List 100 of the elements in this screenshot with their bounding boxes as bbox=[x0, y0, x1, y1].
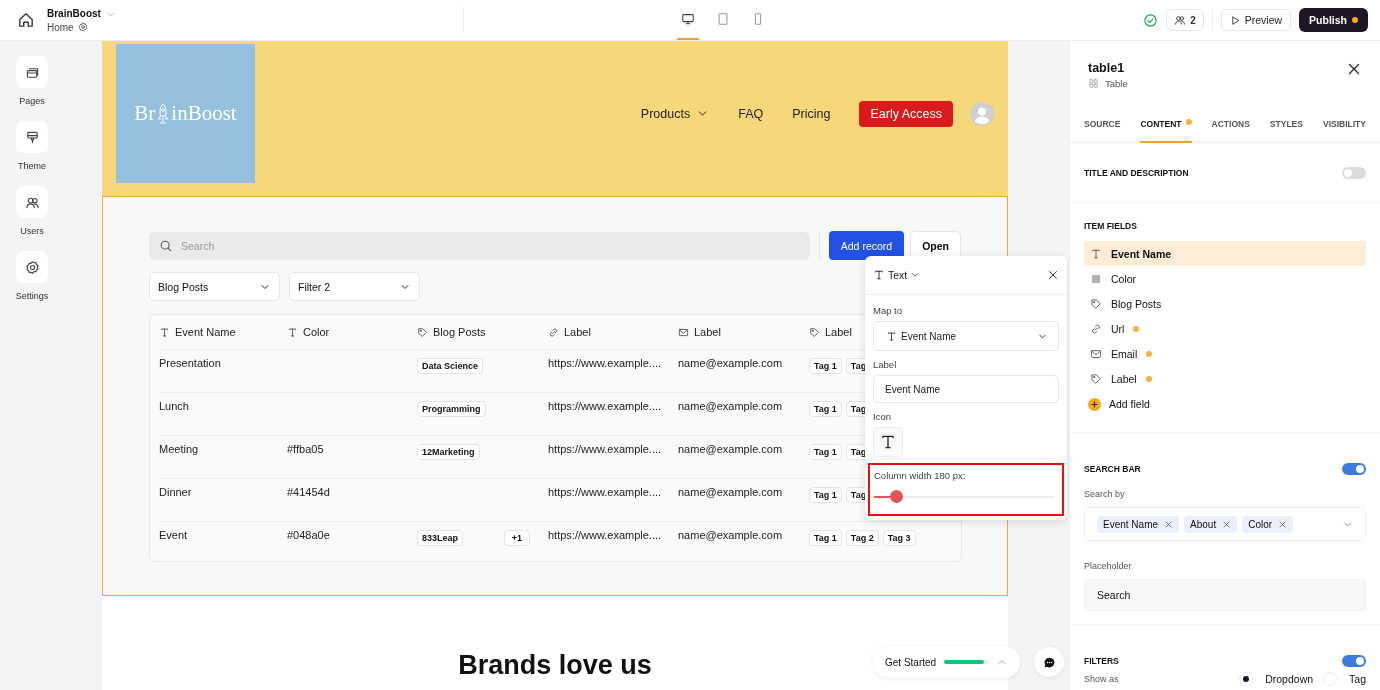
toggle-switch[interactable] bbox=[1342, 655, 1366, 667]
tag-chip: Tag 1 bbox=[809, 401, 842, 417]
email-cell: name@example.com bbox=[678, 529, 783, 541]
field-item[interactable]: Label bbox=[1084, 366, 1366, 391]
rail-label: Theme bbox=[18, 161, 46, 171]
settings-icon bbox=[24, 259, 40, 275]
get-started-widget[interactable]: Get Started bbox=[873, 646, 1021, 678]
field-label: Icon bbox=[873, 411, 892, 422]
filter-dropdown[interactable]: Filter 2 bbox=[289, 272, 420, 301]
rail-label: Users bbox=[20, 226, 44, 236]
project-name[interactable]: BrainBoost bbox=[47, 7, 101, 19]
email-cell: name@example.com bbox=[678, 486, 783, 498]
placeholder-input[interactable]: Search bbox=[1084, 579, 1366, 611]
filter-chip[interactable]: Event Name bbox=[1097, 515, 1180, 533]
nav-link[interactable]: Products bbox=[640, 106, 710, 121]
add-field-button[interactable]: Add field bbox=[1084, 391, 1366, 417]
table-cell: #ffba05 bbox=[287, 443, 324, 455]
type-icon bbox=[873, 269, 885, 281]
rocket-icon bbox=[156, 101, 171, 126]
field-item[interactable]: Color bbox=[1084, 266, 1366, 291]
tag-chip: Tag 1 bbox=[809, 530, 842, 546]
section-heading: SEARCH BAR bbox=[1084, 464, 1141, 474]
users-icon bbox=[1174, 14, 1187, 26]
more-chip[interactable]: +1 bbox=[503, 530, 530, 546]
tag-chip: Tag 3 bbox=[882, 530, 916, 546]
url-cell: https://www.example.... bbox=[548, 443, 662, 455]
filter-dropdown[interactable]: Blog Posts bbox=[149, 272, 280, 301]
field-item[interactable]: Url bbox=[1084, 316, 1366, 341]
remove-icon bbox=[1222, 519, 1232, 529]
field-label: Label bbox=[873, 359, 898, 370]
page-name[interactable]: Home bbox=[47, 21, 74, 33]
map-to-dropdown[interactable]: Event Name bbox=[873, 321, 1059, 351]
section-heading: ITEM FIELDS bbox=[1084, 221, 1138, 231]
preview-button[interactable]: Preview bbox=[1220, 9, 1292, 31]
search-by-select[interactable]: Event Name About Color bbox=[1084, 507, 1366, 541]
section-heading: Brands love us bbox=[458, 650, 652, 681]
panel-tab[interactable]: VISIBILITY bbox=[1322, 119, 1366, 143]
tag-chip: Tag 1 bbox=[809, 487, 842, 503]
rail-button[interactable] bbox=[16, 186, 48, 218]
email-cell: name@example.com bbox=[678, 357, 783, 369]
table-cell: #048a0e bbox=[287, 529, 330, 541]
section-heading: TITLE AND DESCRIPTION bbox=[1084, 167, 1189, 178]
nav-link[interactable]: Pricing bbox=[792, 106, 831, 121]
rail-label: Settings bbox=[15, 291, 49, 301]
slider-fill[interactable] bbox=[874, 495, 890, 498]
lines-icon bbox=[1090, 272, 1102, 285]
url-cell: https://www.example.... bbox=[548, 486, 662, 498]
table-cell: Meeting bbox=[159, 443, 199, 455]
label-input[interactable]: Event Name bbox=[873, 375, 1059, 403]
icon-picker[interactable] bbox=[873, 427, 903, 457]
rail-button[interactable] bbox=[16, 121, 48, 153]
field-item[interactable]: Blog Posts bbox=[1084, 291, 1366, 316]
column-header[interactable]: Label bbox=[564, 326, 591, 338]
column-header[interactable]: Label bbox=[825, 326, 852, 338]
column-header[interactable]: Event Name bbox=[175, 326, 236, 338]
nav-link[interactable]: FAQ bbox=[738, 106, 764, 121]
toggle-switch[interactable] bbox=[1342, 463, 1366, 475]
type-dropdown[interactable]: Text bbox=[873, 269, 921, 281]
type-icon bbox=[879, 433, 897, 451]
link-icon bbox=[548, 326, 559, 338]
tag-icon bbox=[417, 326, 428, 338]
filter-chip[interactable]: Color bbox=[1242, 515, 1294, 533]
column-header[interactable]: Blog Posts bbox=[433, 326, 486, 338]
search-icon bbox=[159, 238, 173, 253]
panel-tab[interactable]: STYLES bbox=[1269, 119, 1303, 143]
toggle-switch[interactable] bbox=[1342, 166, 1366, 179]
column-header[interactable]: Label bbox=[694, 326, 721, 338]
check-circle-icon bbox=[1143, 12, 1159, 28]
logo-text: inBoost bbox=[171, 101, 237, 126]
field-item[interactable]: Email bbox=[1084, 341, 1366, 366]
remove-icon bbox=[1278, 519, 1288, 529]
panel-tab[interactable]: CONTENT bbox=[1140, 119, 1192, 143]
table-cell: Dinner bbox=[159, 486, 192, 498]
field-label: Search by bbox=[1084, 489, 1126, 499]
filter-chip[interactable]: About bbox=[1184, 515, 1238, 533]
home-icon bbox=[17, 11, 35, 29]
rail-button[interactable] bbox=[16, 56, 48, 88]
tag-icon bbox=[1090, 372, 1102, 385]
radio-label[interactable]: Dropdown bbox=[1265, 673, 1314, 685]
rail-button[interactable] bbox=[16, 251, 48, 283]
column-header[interactable]: Color bbox=[303, 326, 330, 338]
field-item[interactable]: Event Name bbox=[1084, 241, 1366, 266]
tag-chip: Programming bbox=[417, 401, 486, 417]
url-cell: https://www.example.... bbox=[548, 400, 662, 412]
table-cell: Lunch bbox=[159, 400, 189, 412]
publish-button[interactable]: Publish bbox=[1299, 8, 1368, 32]
envelope-icon bbox=[678, 326, 689, 338]
panel-tab[interactable]: ACTIONS bbox=[1211, 119, 1250, 143]
field-label: Map to bbox=[873, 305, 904, 316]
radio-label[interactable]: Tag bbox=[1349, 673, 1366, 685]
table-cell: Event bbox=[159, 529, 188, 541]
add-record-button[interactable]: Add record bbox=[828, 231, 905, 260]
panel-subtitle: Table bbox=[1105, 78, 1128, 89]
slider-thumb[interactable] bbox=[889, 490, 903, 503]
collaborators-button[interactable]: 2 bbox=[1166, 9, 1204, 31]
settings-icon bbox=[77, 22, 88, 32]
early-access-button[interactable]: Early Access bbox=[859, 100, 953, 127]
panel-tab[interactable]: SOURCE bbox=[1084, 119, 1121, 143]
chat-button[interactable] bbox=[1034, 647, 1065, 677]
table-cell: Presentation bbox=[159, 357, 221, 369]
